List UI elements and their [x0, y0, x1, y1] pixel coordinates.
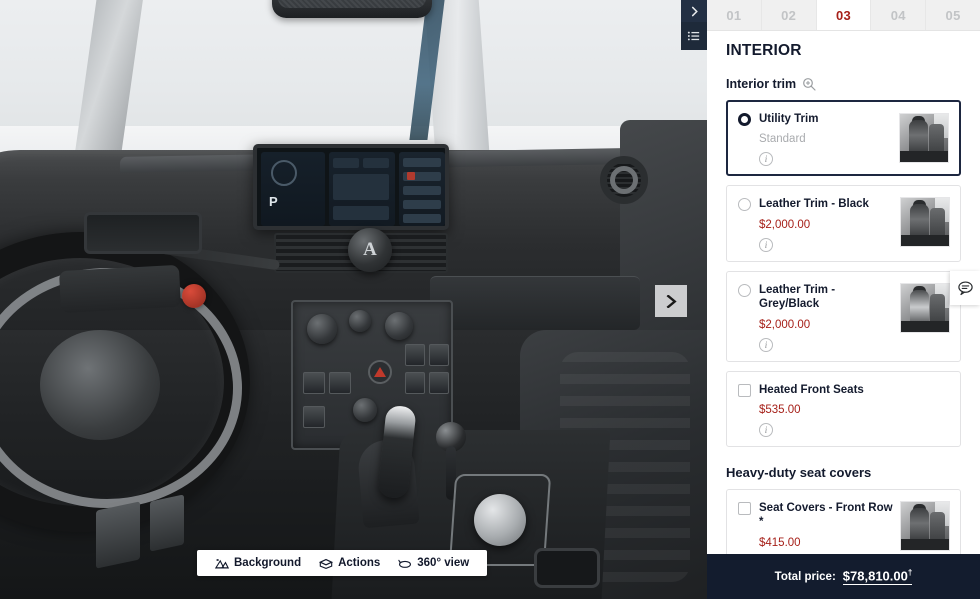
- total-price-bar: Total price: $78,810.00†: [707, 554, 980, 599]
- seat-leather-grey-thumbnail: [900, 282, 950, 333]
- step-tabs[interactable]: 01 02 03 04 05: [707, 0, 980, 31]
- radio-leather-trim-black[interactable]: [738, 198, 751, 212]
- option-name: Leather Trim - Grey/Black: [759, 283, 836, 311]
- radio-leather-trim-grey-black[interactable]: [738, 283, 751, 297]
- rearview-mirror: [272, 0, 432, 18]
- step-tab-02[interactable]: 02: [762, 0, 817, 30]
- chevron-right-icon: [666, 294, 677, 308]
- seat-leather-black-thumbnail: [900, 197, 950, 248]
- vehicle-viewer[interactable]: P A Background Actions 360° view: [0, 0, 707, 599]
- landscape-icon: [215, 558, 229, 568]
- info-icon[interactable]: i: [759, 152, 773, 167]
- configurator-panel: 01 02 03 04 05 INTERIOR Interior trim Ut…: [707, 0, 980, 599]
- seat-utility-thumbnail: [899, 113, 949, 163]
- view-360-button[interactable]: 360° view: [389, 557, 478, 570]
- viewer-toolbar[interactable]: Background Actions 360° view: [197, 550, 488, 576]
- terrain-dial: [474, 494, 526, 546]
- seat-covers-front-row-thumbnail: [900, 500, 950, 551]
- step-tab-05[interactable]: 05: [926, 0, 980, 30]
- info-icon[interactable]: i: [759, 237, 773, 252]
- actions-box-icon: [319, 558, 334, 569]
- group-label: Interior trim: [726, 77, 797, 91]
- option-name: Heated Front Seats: [759, 383, 864, 396]
- chat-bubble-icon: [957, 281, 973, 296]
- list-menu-icon: [687, 31, 700, 41]
- background-label: Background: [234, 557, 302, 569]
- panel-body[interactable]: INTERIOR Interior trim Utility Trim Stan…: [707, 31, 980, 554]
- option-name: Seat Covers - Front Row *: [759, 501, 893, 529]
- actions-button[interactable]: Actions: [310, 557, 389, 570]
- option-card-seat-covers-front-row[interactable]: Seat Covers - Front Row * $415.00 i: [726, 488, 961, 554]
- steering-badge: [348, 228, 392, 272]
- next-image-button[interactable]: [655, 285, 687, 317]
- hazard-button: [368, 360, 392, 384]
- group-header-interior-trim: Interior trim: [726, 77, 961, 91]
- option-name: Utility Trim: [759, 113, 819, 125]
- magnifier-plus-icon[interactable]: [802, 77, 816, 91]
- group-label-heavy-duty-seat-covers: Heavy-duty seat covers: [726, 464, 872, 480]
- background-button[interactable]: Background: [206, 557, 310, 570]
- infotainment-screen: P: [253, 144, 449, 230]
- option-price: Standard: [759, 133, 806, 146]
- menu-list-button[interactable]: [681, 22, 707, 50]
- rotate-360-icon: [398, 559, 412, 568]
- option-price: $415.00: [759, 536, 801, 549]
- option-name: Leather Trim - Black: [759, 198, 869, 211]
- steering-red-button: [182, 284, 206, 308]
- footnote-marker: †: [907, 567, 913, 577]
- chevron-right-icon: [691, 6, 698, 16]
- step-tab-03[interactable]: 03: [816, 0, 872, 30]
- step-tab-01[interactable]: 01: [707, 0, 762, 30]
- total-price-label: Total price:: [774, 570, 836, 583]
- option-price: $2,000.00: [759, 318, 811, 331]
- option-card-leather-trim-grey-black[interactable]: Leather Trim - Grey/Black $2,000.00 i: [726, 270, 961, 362]
- info-icon[interactable]: i: [759, 337, 773, 352]
- panel-side-flap: [681, 0, 707, 50]
- step-tab-04[interactable]: 04: [871, 0, 927, 30]
- total-price-value: $78,810.00†: [842, 567, 913, 586]
- page-title: INTERIOR: [726, 42, 802, 59]
- option-price: $2,000.00: [759, 218, 811, 231]
- option-card-heated-front-seats[interactable]: Heated Front Seats $535.00 i: [726, 370, 961, 447]
- option-price: $535.00: [759, 403, 801, 416]
- option-card-leather-trim-black[interactable]: Leather Trim - Black $2,000.00 i: [726, 185, 961, 262]
- actions-label: Actions: [338, 557, 381, 569]
- chat-button[interactable]: [950, 271, 980, 305]
- checkbox-seat-covers-front-row[interactable]: [738, 501, 751, 515]
- checkbox-heated-front-seats[interactable]: [738, 383, 751, 397]
- expand-panel-button[interactable]: [681, 0, 707, 22]
- info-icon[interactable]: i: [759, 422, 773, 437]
- option-card-utility-trim[interactable]: Utility Trim Standard i: [726, 100, 961, 177]
- radio-utility-trim[interactable]: [738, 113, 751, 126]
- view-360-label: 360° view: [417, 557, 470, 569]
